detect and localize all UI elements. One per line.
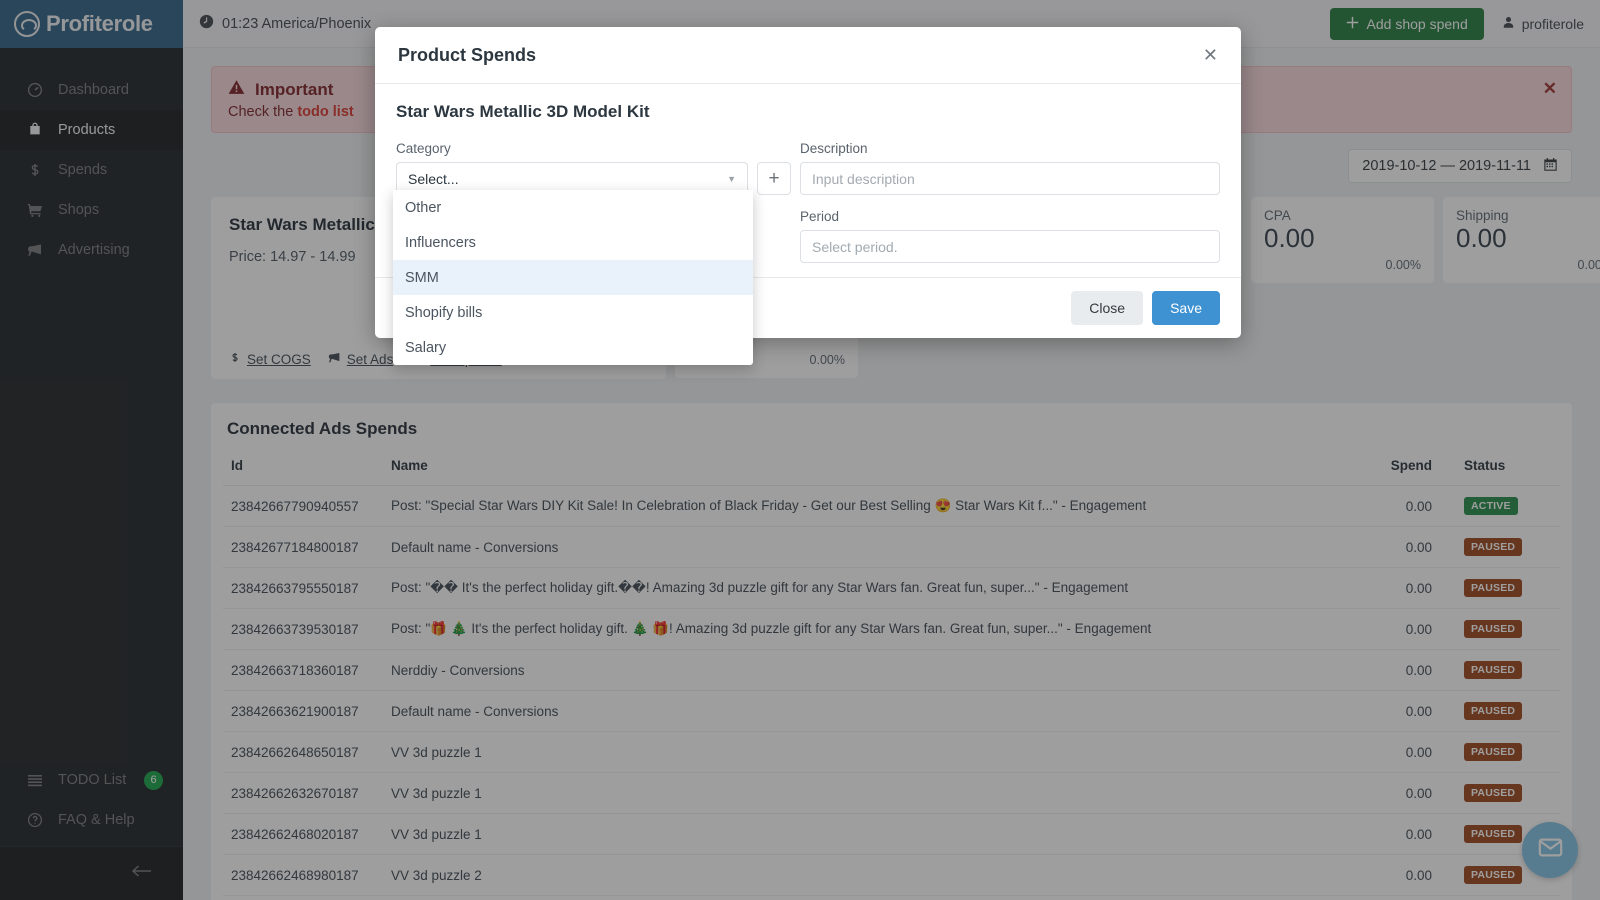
category-field-group: Category Select... ▼ (396, 141, 748, 195)
category-label: Category (396, 141, 451, 156)
modal-header: Product Spends ✕ (375, 27, 1241, 84)
category-option[interactable]: Influencers (393, 225, 753, 260)
chevron-down-icon: ▼ (727, 173, 736, 184)
modal-product-name: Star Wars Metallic 3D Model Kit (396, 102, 650, 121)
app-root: Profiterole Dashboard Products Spends Sh… (0, 0, 1600, 900)
category-option[interactable]: Salary (393, 330, 753, 365)
period-field-group: Period Select period. (800, 209, 1220, 263)
close-button[interactable]: Close (1071, 291, 1144, 325)
modal-close-icon[interactable]: ✕ (1203, 45, 1218, 66)
save-button[interactable]: Save (1152, 291, 1220, 325)
description-field-group: Description Input description (800, 141, 1220, 195)
category-option[interactable]: Shopify bills (393, 295, 753, 330)
add-category-button[interactable]: + (757, 162, 791, 195)
add-category-spacer (757, 141, 791, 156)
plus-icon: + (768, 167, 780, 189)
modal-title: Product Spends (398, 44, 537, 65)
category-option[interactable]: Other (393, 190, 753, 225)
add-category-group: + (757, 141, 791, 195)
description-label: Description (800, 141, 868, 156)
category-dropdown-menu: Other Influencers SMM Shopify bills Salary (393, 190, 753, 365)
description-input[interactable]: Input description (800, 162, 1220, 195)
period-input[interactable]: Select period. (800, 230, 1220, 263)
category-selected-value: Select... (408, 170, 459, 187)
category-option[interactable]: SMM (393, 260, 753, 295)
period-label: Period (800, 209, 840, 224)
